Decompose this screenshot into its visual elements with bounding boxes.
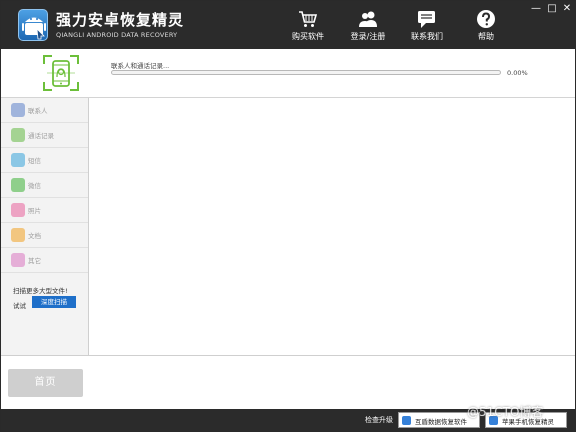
other-icon <box>11 253 25 267</box>
users-icon <box>359 11 377 27</box>
contact-us-button[interactable]: 联系我们 <box>407 9 447 45</box>
category-sidebar: 联系人 通话记录 短信 微信 照片 文档 其它 扫描更多大型文件! 试试 深度扫… <box>1 98 89 355</box>
buy-software-label: 购买软件 <box>292 32 324 41</box>
login-register-button[interactable]: 登录/注册 <box>345 9 391 45</box>
deep-scan-button[interactable]: 深度扫描 <box>32 296 76 308</box>
app-title: 强力安卓恢复精灵 <box>56 11 185 29</box>
contact-us-label: 联系我们 <box>411 32 443 41</box>
cart-icon <box>299 11 318 27</box>
check-update-link[interactable]: 检查升级 <box>365 415 393 425</box>
scan-progress-percent: 0.00% <box>507 69 528 77</box>
scan-status-text: 联系人和通话记录... <box>111 62 170 70</box>
title-bar: 强力安卓恢复精灵 QIANGLI ANDROID DATA RECOVERY 购… <box>1 1 575 49</box>
minimize-button[interactable]: — <box>529 3 543 15</box>
help-label: 帮助 <box>478 32 494 41</box>
watermark-text: @51CTO博客 <box>467 405 544 419</box>
sidebar-item-label: 其它 <box>28 257 41 265</box>
sidebar-item-label: 文档 <box>28 232 41 240</box>
photo-icon <box>11 203 25 217</box>
try-label: 试试 <box>13 302 26 310</box>
sidebar-item-photos[interactable]: 照片 <box>1 198 88 223</box>
help-button[interactable]: 帮助 <box>471 9 501 45</box>
sidebar-item-label: 短信 <box>28 157 41 165</box>
app-subtitle: QIANGLI ANDROID DATA RECOVERY <box>56 31 178 39</box>
bottom-panel: 首页 <box>1 355 575 408</box>
sidebar-item-label: 微信 <box>28 182 41 190</box>
hudun-recovery-label: 互盾数据恢复软件 <box>415 418 467 426</box>
document-icon <box>11 228 25 242</box>
sidebar-item-label: 通话记录 <box>28 132 54 140</box>
sidebar-item-call-log[interactable]: 通话记录 <box>1 123 88 148</box>
close-button[interactable]: ✕ <box>560 3 574 15</box>
sidebar-item-label: 照片 <box>28 207 41 215</box>
sidebar-item-sms[interactable]: 短信 <box>1 148 88 173</box>
deep-scan-hint: 扫描更多大型文件! <box>13 287 68 295</box>
help-icon <box>477 10 495 28</box>
app-logo <box>18 9 48 41</box>
chat-icon <box>418 11 435 28</box>
sidebar-item-wechat[interactable]: 微信 <box>1 173 88 198</box>
deep-scan-panel: 扫描更多大型文件! 试试 深度扫描 <box>1 275 88 355</box>
buy-software-button[interactable]: 购买软件 <box>288 9 328 45</box>
wechat-icon <box>11 178 25 192</box>
sidebar-item-other[interactable]: 其它 <box>1 248 88 273</box>
phone-icon <box>11 128 25 142</box>
results-area <box>90 98 575 355</box>
recovery-app-icon <box>402 416 411 425</box>
sidebar-item-label: 联系人 <box>28 107 48 115</box>
contacts-icon <box>11 103 25 117</box>
maximize-button[interactable]: □ <box>545 3 559 15</box>
sidebar-item-contacts[interactable]: 联系人 <box>1 98 88 123</box>
sidebar-item-documents[interactable]: 文档 <box>1 223 88 248</box>
login-register-label: 登录/注册 <box>350 32 386 41</box>
scan-progress-bar <box>111 70 501 75</box>
app-window: 强力安卓恢复精灵 QIANGLI ANDROID DATA RECOVERY 购… <box>0 0 576 432</box>
phone-scan-icon <box>43 55 79 91</box>
sms-icon <box>11 153 25 167</box>
home-button[interactable]: 首页 <box>8 369 83 397</box>
scan-progress-panel: 联系人和通话记录... 0.00% <box>1 49 575 98</box>
